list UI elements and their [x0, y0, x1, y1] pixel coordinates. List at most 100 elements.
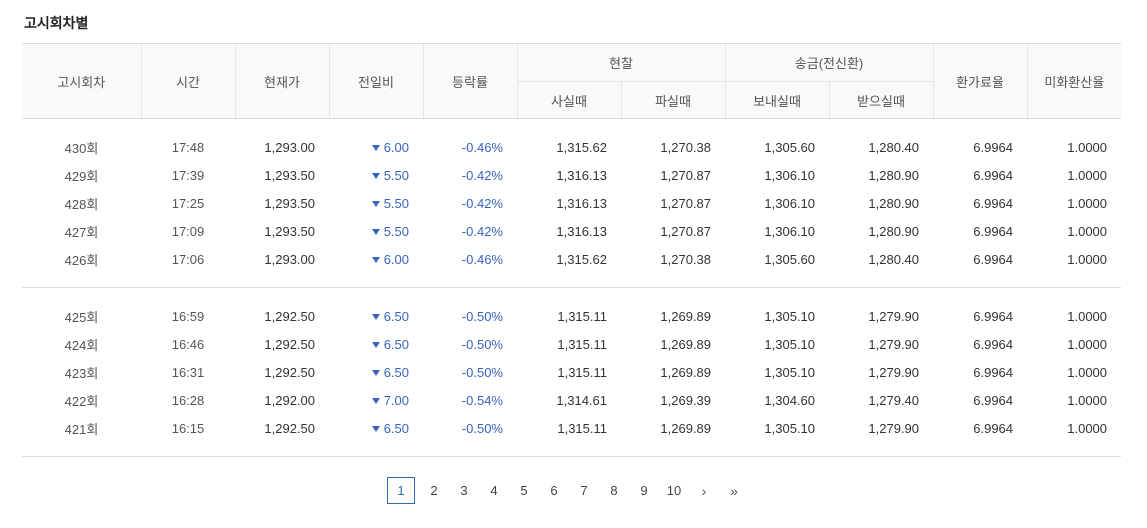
change-rate-cell: -0.46%: [461, 251, 503, 267]
remit-receive-cell: 1,279.90: [868, 308, 920, 324]
change-rate-cell: -0.42%: [461, 167, 503, 183]
time-cell: 16:46: [171, 336, 205, 352]
table-row: 426회 17:06 1,293.00 6.00 -0.46% 1,315.62 1,270…: [22, 245, 1121, 288]
header-cash-sell: 파실때: [620, 81, 726, 119]
down-triangle-icon: [371, 369, 380, 376]
row-group: 425회 16:59 1,292.50 6.50 -0.50% 1,315.11 1,269…: [22, 288, 1122, 457]
cash-sell-cell: 1,270.38: [660, 139, 712, 155]
table-row: 422회 16:28 1,292.00 7.00 -0.54% 1,314.61 1,269…: [22, 386, 1121, 414]
table-row: 424회 16:46 1,292.50 6.50 -0.50% 1,315.11 1,269…: [22, 330, 1121, 358]
remit-receive-cell: 1,279.90: [868, 420, 920, 436]
remit-send-cell: 1,305.10: [764, 336, 816, 352]
exchange-fee-rate-cell: 6.9964: [973, 223, 1014, 239]
table-row: 430회 17:48 1,293.00 6.00 -0.46% 1,315.62 1,270…: [22, 119, 1121, 162]
current-price-cell: 1,293.50: [264, 195, 315, 211]
change-value: 6.00: [383, 251, 409, 267]
current-price-cell: 1,292.00: [264, 392, 315, 408]
page-3-button[interactable]: 3: [451, 478, 477, 503]
remit-send-cell: 1,306.10: [764, 223, 816, 239]
header-round: 고시회차: [22, 43, 141, 119]
next-page-icon[interactable]: ›: [691, 478, 717, 503]
remit-receive-cell: 1,279.90: [868, 336, 920, 352]
remit-receive-cell: 1,280.90: [868, 195, 920, 211]
page-8-button[interactable]: 8: [601, 478, 627, 503]
table-row: 421회 16:15 1,292.50 6.50 -0.50% 1,315.11 1,269…: [22, 414, 1121, 457]
change-cell: 7.00: [329, 386, 423, 414]
page-5-button[interactable]: 5: [511, 478, 537, 503]
cash-sell-cell: 1,270.87: [660, 167, 712, 183]
usd-conversion-rate-cell: 1.0000: [1067, 420, 1108, 436]
page-10-button[interactable]: 10: [661, 478, 687, 503]
page-4-button[interactable]: 4: [481, 478, 507, 503]
exchange-fee-rate-cell: 6.9964: [973, 251, 1014, 267]
remit-receive-cell: 1,279.90: [868, 364, 920, 380]
remit-receive-cell: 1,280.90: [868, 223, 920, 239]
cash-buy-cell: 1,315.62: [556, 139, 607, 155]
remit-send-cell: 1,305.60: [764, 251, 816, 267]
current-price-cell: 1,293.00: [264, 251, 315, 267]
table-row: 428회 17:25 1,293.50 5.50 -0.42% 1,316.13 1,270…: [22, 189, 1121, 217]
page-7-button[interactable]: 7: [571, 478, 597, 503]
round-cell: 421회: [64, 421, 99, 437]
usd-conversion-rate-cell: 1.0000: [1067, 336, 1108, 352]
cash-sell-cell: 1,269.89: [660, 420, 712, 436]
change-cell: 6.00: [329, 119, 423, 162]
cash-sell-cell: 1,270.87: [660, 195, 712, 211]
header-usd-conversion-rate: 미화환산율: [1026, 43, 1122, 119]
header-change: 전일비: [328, 43, 423, 119]
down-triangle-icon: [371, 397, 380, 404]
row-group: 430회 17:48 1,293.00 6.00 -0.46% 1,315.62 1,270…: [22, 119, 1122, 288]
change-value: 6.50: [383, 336, 409, 352]
down-triangle-icon: [371, 425, 380, 432]
change-value: 5.50: [383, 223, 409, 239]
remit-send-cell: 1,304.60: [764, 392, 816, 408]
cash-sell-cell: 1,269.89: [660, 336, 712, 352]
page-1-button[interactable]: 1: [387, 477, 415, 504]
usd-conversion-rate-cell: 1.0000: [1067, 392, 1108, 408]
time-cell: 17:48: [171, 139, 205, 155]
change-rate-cell: -0.42%: [461, 223, 503, 239]
change-rate-cell: -0.46%: [461, 139, 503, 155]
last-page-icon[interactable]: »: [721, 478, 747, 503]
remit-send-cell: 1,305.10: [764, 420, 816, 436]
round-cell: 429회: [64, 168, 99, 184]
change-rate-cell: -0.50%: [461, 364, 503, 380]
exchange-fee-rate-cell: 6.9964: [973, 139, 1014, 155]
page-2-button[interactable]: 2: [421, 478, 447, 503]
exchange-fee-rate-cell: 6.9964: [973, 420, 1014, 436]
page-9-button[interactable]: 9: [631, 478, 657, 503]
time-cell: 17:39: [171, 167, 205, 183]
cash-buy-cell: 1,315.62: [556, 251, 607, 267]
cash-buy-cell: 1,316.13: [556, 167, 607, 183]
down-triangle-icon: [371, 228, 380, 235]
header-change-rate: 등락률: [422, 43, 517, 119]
change-rate-cell: -0.50%: [461, 420, 503, 436]
round-cell: 425회: [64, 309, 99, 325]
change-value: 6.50: [383, 308, 409, 324]
header-remittance: 송금(전신환): [724, 43, 934, 82]
current-price-cell: 1,292.50: [264, 420, 315, 436]
change-value: 6.00: [383, 139, 409, 155]
table-row: 427회 17:09 1,293.50 5.50 -0.42% 1,316.13 1,270…: [22, 217, 1121, 245]
header-remit-send: 보내실때: [724, 81, 830, 119]
usd-conversion-rate-cell: 1.0000: [1067, 223, 1108, 239]
current-price-cell: 1,293.50: [264, 167, 315, 183]
cash-buy-cell: 1,314.61: [556, 392, 607, 408]
down-triangle-icon: [371, 256, 380, 263]
usd-conversion-rate-cell: 1.0000: [1067, 167, 1108, 183]
cash-sell-cell: 1,269.89: [660, 364, 712, 380]
down-triangle-icon: [371, 341, 380, 348]
cash-sell-cell: 1,270.87: [660, 223, 712, 239]
remit-send-cell: 1,306.10: [764, 195, 816, 211]
cash-buy-cell: 1,316.13: [556, 195, 607, 211]
header-time: 시간: [140, 43, 235, 119]
usd-conversion-rate-cell: 1.0000: [1067, 364, 1108, 380]
change-value: 7.00: [383, 392, 409, 408]
round-cell: 427회: [64, 224, 99, 240]
current-price-cell: 1,292.50: [264, 308, 315, 324]
round-cell: 430회: [64, 140, 99, 156]
time-cell: 17:06: [171, 251, 205, 267]
page-6-button[interactable]: 6: [541, 478, 567, 503]
change-cell: 6.50: [329, 288, 423, 331]
header-cash-buy: 사실때: [516, 81, 621, 119]
